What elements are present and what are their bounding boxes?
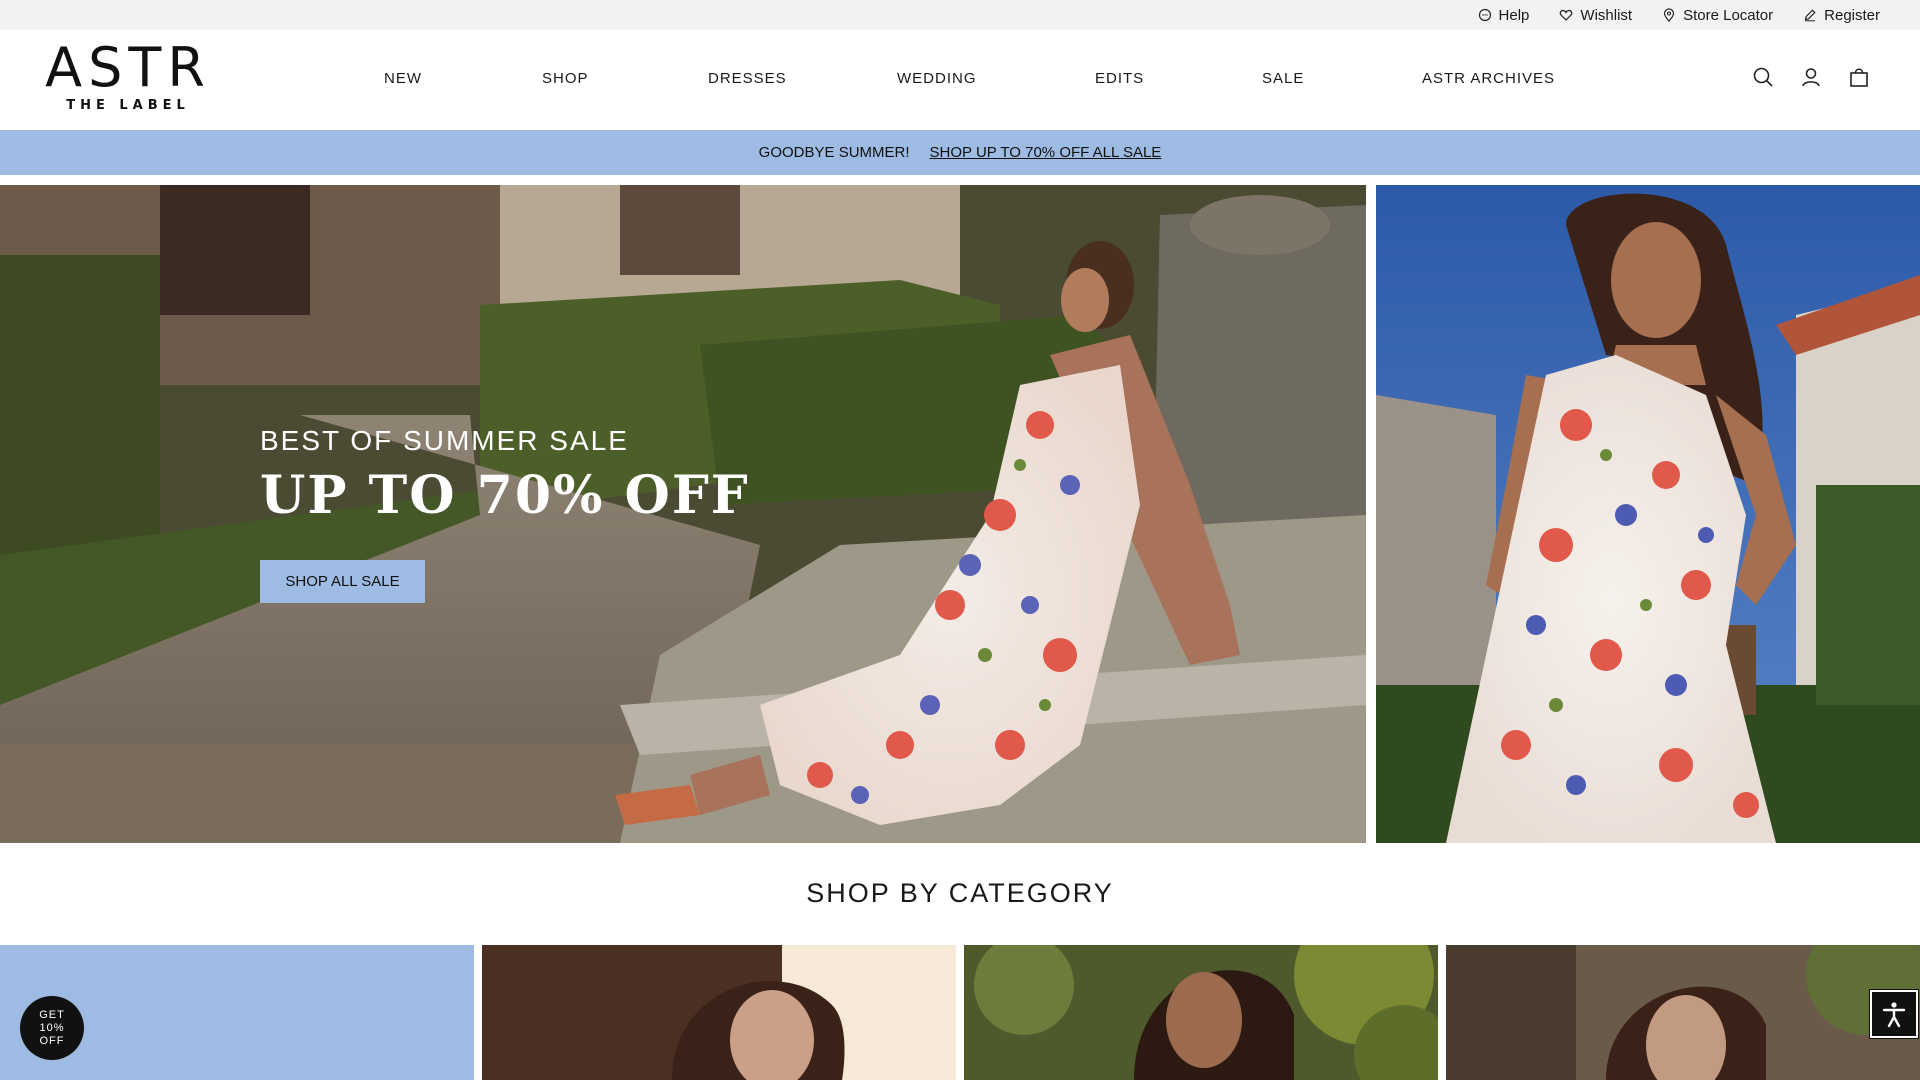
hero-model-image: [1376, 185, 1920, 843]
search-icon[interactable]: [1752, 66, 1774, 88]
account-icon[interactable]: [1800, 66, 1822, 88]
nav-shop[interactable]: SHOP: [542, 70, 589, 87]
site-header: ASTR THE LABEL NEW SHOP DRESSES WEDDING …: [0, 30, 1920, 130]
store-locator-label: Store Locator: [1683, 6, 1774, 24]
pencil-icon: [1804, 9, 1816, 22]
promo-link[interactable]: SHOP UP TO 70% OFF ALL SALE: [930, 144, 1162, 161]
category-tile-2[interactable]: [482, 945, 956, 1080]
category-image-4: [1446, 945, 1920, 1080]
nav-dresses[interactable]: DRESSES: [708, 70, 787, 87]
accessibility-icon: [1882, 1002, 1906, 1028]
accessibility-button[interactable]: [1869, 989, 1919, 1039]
category-image-2: [482, 945, 956, 1080]
header-icons: [1752, 66, 1870, 88]
hero-kicker: BEST OF SUMMER SALE: [260, 425, 629, 456]
category-tile-4[interactable]: [1446, 945, 1920, 1080]
hero-headline: UP TO 70% OFF: [260, 465, 750, 526]
discount-badge[interactable]: GET 10% OFF: [20, 996, 84, 1060]
shop-all-sale-button[interactable]: SHOP ALL SALE: [260, 560, 425, 603]
promo-banner: GOODBYE SUMMER! SHOP UP TO 70% OFF ALL S…: [0, 130, 1920, 175]
nav-astr-archives[interactable]: ASTR ARCHIVES: [1422, 70, 1555, 87]
wishlist-link[interactable]: Wishlist: [1559, 7, 1632, 24]
category-section-title: SHOP BY CATEGORY: [806, 878, 1114, 908]
category-tile-3[interactable]: [964, 945, 1438, 1080]
heart-icon: [1560, 9, 1573, 21]
utility-links: Help Wishlist Store Locator Register: [1478, 0, 1880, 30]
help-link[interactable]: Help: [1478, 6, 1530, 24]
badge-line-1: GET: [39, 1008, 65, 1021]
hero-banner-main[interactable]: BEST OF SUMMER SALE UP TO 70% OFF SHOP A…: [0, 185, 1366, 843]
badge-line-2: 10%: [39, 1021, 65, 1034]
bag-icon[interactable]: [1848, 66, 1870, 88]
store-locator-link[interactable]: Store Locator: [1662, 7, 1773, 24]
register-label: Register: [1824, 6, 1880, 24]
nav-wedding[interactable]: WEDDING: [897, 70, 977, 87]
nav-sale[interactable]: SALE: [1262, 70, 1304, 87]
location-pin-icon: [1663, 8, 1675, 22]
wishlist-label: Wishlist: [1580, 6, 1633, 24]
category-image-3: [964, 945, 1438, 1080]
category-grid: [0, 945, 1920, 1080]
help-label: Help: [1498, 6, 1530, 24]
main-nav: NEW SHOP DRESSES WEDDING EDITS SALE ASTR…: [0, 30, 1920, 130]
hero-banner-secondary[interactable]: [1376, 185, 1920, 843]
utility-bar: Help Wishlist Store Locator Register: [0, 0, 1920, 30]
hero-text: BEST OF SUMMER SALE UP TO 70% OFF: [260, 425, 750, 526]
discount-badge-text: GET 10% OFF: [39, 1009, 65, 1048]
nav-new[interactable]: NEW: [384, 70, 422, 87]
nav-edits[interactable]: EDITS: [1095, 70, 1144, 87]
chat-icon: [1478, 8, 1491, 22]
promo-text: GOODBYE SUMMER!: [758, 144, 910, 161]
register-link[interactable]: Register: [1803, 7, 1880, 24]
badge-line-3: OFF: [39, 1034, 65, 1047]
